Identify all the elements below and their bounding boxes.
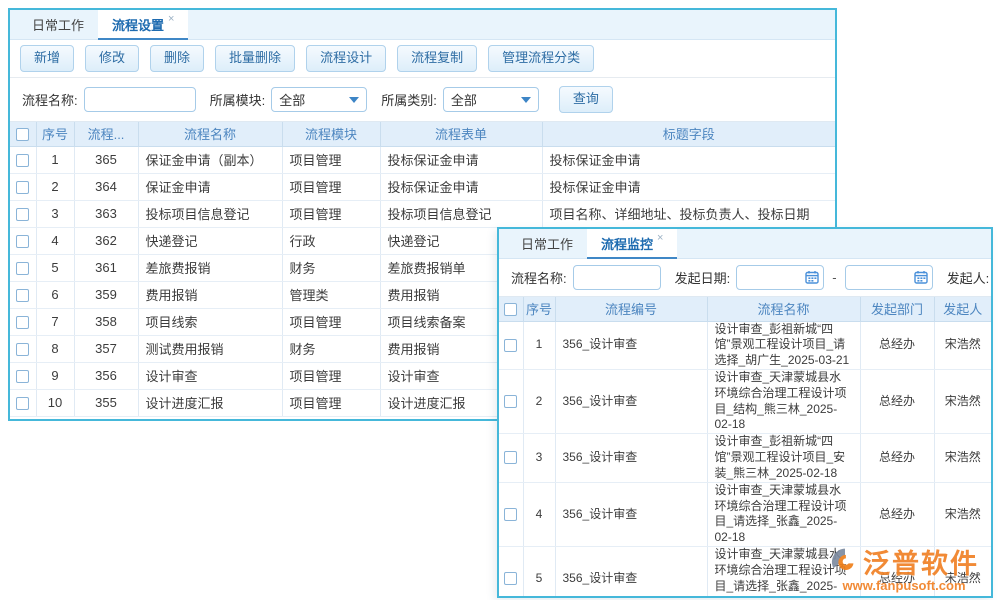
edit-button[interactable]: 修改 <box>85 45 139 71</box>
category-label: 所属类别: <box>381 90 437 109</box>
col-name: 流程名称 <box>138 122 282 146</box>
date-to-field[interactable] <box>845 265 933 290</box>
row-checkbox[interactable] <box>16 208 29 221</box>
row-checkbox[interactable] <box>16 262 29 275</box>
settings-toolbar: 新增 修改 删除 批量删除 流程设计 流程复制 管理流程分类 <box>10 40 835 78</box>
manage-category-button[interactable]: 管理流程分类 <box>488 45 594 71</box>
process-copy-button[interactable]: 流程复制 <box>397 45 477 71</box>
category-select[interactable]: 全部 <box>443 87 539 112</box>
desktop: 日常工作 流程设置 × 新增 修改 删除 批量删除 流程设计 流程复制 管理流程… <box>0 0 1000 600</box>
settings-filterbar: 流程名称: 所属模块: 全部 所属类别: 全部 查询 <box>10 78 835 122</box>
row-checkbox[interactable] <box>16 316 29 329</box>
table-header-row: 序号 流程... 流程名称 流程模块 流程表单 标题字段 <box>10 122 835 146</box>
row-checkbox[interactable] <box>504 451 517 464</box>
row-checkbox[interactable] <box>16 343 29 356</box>
col-dept: 发起部门 <box>860 297 934 321</box>
date-range-separator: - <box>832 270 836 285</box>
row-checkbox[interactable] <box>16 154 29 167</box>
module-label: 所属模块: <box>210 90 266 109</box>
row-checkbox[interactable] <box>504 339 517 352</box>
tab-close-icon[interactable]: × <box>168 13 174 25</box>
col-initiator: 发起人 <box>934 297 991 321</box>
initiator-label: 发起人: <box>947 268 990 287</box>
col-name: 流程名称 <box>707 297 860 321</box>
tab-process-monitor[interactable]: 流程监控 × <box>587 229 677 259</box>
process-name-label: 流程名称: <box>511 268 567 287</box>
col-id: 流程... <box>74 122 138 146</box>
table-row[interactable]: 1 365 保证金申请（副本） 项目管理 投标保证金申请 投标保证金申请 <box>10 146 835 173</box>
tab-close-icon[interactable]: × <box>657 232 663 244</box>
process-design-button[interactable]: 流程设计 <box>306 45 386 71</box>
process-monitor-window: 日常工作 流程监控 × 流程名称: 发起日期: <box>497 227 993 598</box>
tab-daily-work[interactable]: 日常工作 <box>18 10 98 39</box>
date-from-field[interactable] <box>736 265 824 290</box>
select-all-checkbox[interactable] <box>504 303 517 316</box>
calendar-icon[interactable] <box>914 270 928 284</box>
monitor-tabbar: 日常工作 流程监控 × <box>499 229 991 259</box>
chevron-down-icon <box>521 97 531 103</box>
col-form: 流程表单 <box>380 122 542 146</box>
add-button[interactable]: 新增 <box>20 45 74 71</box>
row-checkbox[interactable] <box>16 181 29 194</box>
col-title: 标题字段 <box>542 122 835 146</box>
row-checkbox[interactable] <box>504 395 517 408</box>
table-row[interactable]: 2 364 保证金申请 项目管理 投标保证金申请 投标保证金申请 <box>10 173 835 200</box>
process-name-input[interactable] <box>84 87 196 112</box>
calendar-icon[interactable] <box>805 270 819 284</box>
table-header-row: 序号 流程编号 流程名称 发起部门 发起人 <box>499 297 991 321</box>
col-code: 流程编号 <box>555 297 707 321</box>
delete-button[interactable]: 删除 <box>150 45 204 71</box>
process-name-input[interactable] <box>573 265 661 290</box>
table-row[interactable]: 1 356_设计审查 设计审查_彭祖新城“四馆”景观工程设计项目_请选择_胡广生… <box>499 321 991 369</box>
batch-delete-button[interactable]: 批量删除 <box>215 45 295 71</box>
monitor-filterbar: 流程名称: 发起日期: - <box>499 259 991 297</box>
table-row[interactable]: 3 363 投标项目信息登记 项目管理 投标项目信息登记 项目名称、详细地址、投… <box>10 200 835 227</box>
row-checkbox[interactable] <box>16 289 29 302</box>
tab-process-settings[interactable]: 流程设置 × <box>98 10 188 40</box>
search-button[interactable]: 查询 <box>559 86 613 112</box>
row-checkbox[interactable] <box>16 235 29 248</box>
table-row[interactable]: 4 356_设计审查 设计审查_天津蒙城县水环境综合治理工程设计项目_请选择_张… <box>499 482 991 546</box>
col-seq: 序号 <box>36 122 74 146</box>
table-row[interactable]: 5 356_设计审查 设计审查_天津蒙城县水环境综合治理工程设计项目_请选择_张… <box>499 547 991 598</box>
tab-daily-work[interactable]: 日常工作 <box>507 229 587 258</box>
table-row[interactable]: 3 356_设计审查 设计审查_彭祖新城“四馆”景观工程设计项目_安装_熊三林_… <box>499 434 991 482</box>
row-checkbox[interactable] <box>16 397 29 410</box>
start-date-label: 发起日期: <box>675 268 731 287</box>
row-checkbox[interactable] <box>504 508 517 521</box>
module-select[interactable]: 全部 <box>271 87 367 112</box>
col-seq: 序号 <box>523 297 555 321</box>
col-module: 流程模块 <box>282 122 380 146</box>
table-row[interactable]: 2 356_设计审查 设计审查_天津蒙城县水环境综合治理工程设计项目_结构_熊三… <box>499 369 991 433</box>
process-monitor-table: 序号 流程编号 流程名称 发起部门 发起人 1 356_设计审查 设计审查_彭祖… <box>499 297 991 598</box>
chevron-down-icon <box>349 97 359 103</box>
row-checkbox[interactable] <box>504 572 517 585</box>
row-checkbox[interactable] <box>16 370 29 383</box>
process-name-label: 流程名称: <box>22 90 78 109</box>
settings-tabbar: 日常工作 流程设置 × <box>10 10 835 40</box>
select-all-checkbox[interactable] <box>16 128 29 141</box>
